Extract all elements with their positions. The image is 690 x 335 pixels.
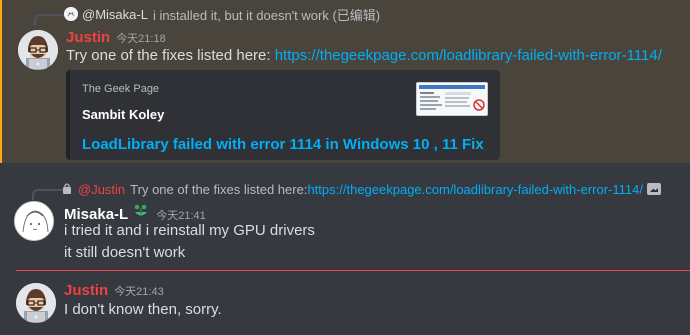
message-header: Misaka-L 今天21:41 — [64, 203, 206, 224]
message-text: i tried it and i reinstall my GPU driver… — [64, 222, 315, 239]
reply-username[interactable]: @Justin — [78, 182, 125, 197]
username[interactable]: Misaka-L — [64, 206, 128, 223]
link-embed: The Geek Page Sambit Koley LoadLibrary f… — [66, 70, 500, 160]
embed-title[interactable]: LoadLibrary failed with error 1114 in Wi… — [82, 136, 484, 153]
reply-text: Try one of the fixes listed here: — [130, 181, 308, 197]
username[interactable]: Justin — [64, 282, 108, 299]
image-icon — [646, 183, 661, 195]
avatar-misaka[interactable] — [14, 201, 54, 241]
message-text: it still doesn't work — [64, 244, 186, 261]
message-header: Justin 今天21:18 — [66, 29, 166, 46]
reply-preview[interactable]: @Misaka-L i installed it, but it doesn't… — [64, 5, 380, 23]
message-text: I don't know then, sorry. — [64, 301, 222, 318]
avatar-justin[interactable] — [16, 283, 56, 323]
reply-spine — [32, 189, 64, 200]
message-content: Try one of the fixes listed here: https:… — [66, 47, 662, 64]
reply-username[interactable]: @Misaka-L — [82, 7, 148, 22]
message: Justin 今天21:43 I don't know then, sorry. — [0, 272, 690, 335]
message-header: Justin 今天21:43 — [64, 282, 164, 299]
message-text: Try one of the fixes listed here: — [66, 47, 275, 64]
embed-author: Sambit Koley — [82, 107, 165, 122]
embed-provider[interactable]: The Geek Page — [82, 83, 159, 95]
timestamp: 今天21:41 — [156, 210, 206, 222]
timestamp: 今天21:18 — [116, 33, 166, 45]
message-highlighted: @Misaka-L i installed it, but it doesn't… — [0, 0, 690, 163]
message: @Justin Try one of the fixes listed here… — [0, 163, 690, 269]
new-messages-divider — [16, 270, 690, 271]
embed-thumbnail[interactable] — [416, 82, 488, 116]
lock-icon — [62, 182, 72, 197]
reply-text: i installed it, but it doesn't work (已编辑… — [152, 7, 381, 23]
reply-link[interactable]: https://thegeekpage.com/loadlibrary-fail… — [307, 182, 643, 197]
message-link[interactable]: https://thegeekpage.com/loadlibrary-fail… — [275, 47, 662, 64]
reply-preview[interactable]: @Justin Try one of the fixes listed here… — [62, 180, 661, 198]
reply-spine — [34, 14, 66, 25]
reply-avatar — [64, 7, 78, 21]
leaf-badge-icon[interactable] — [132, 203, 150, 224]
avatar-justin[interactable] — [18, 30, 58, 70]
timestamp: 今天21:43 — [114, 286, 164, 298]
username[interactable]: Justin — [66, 29, 110, 46]
